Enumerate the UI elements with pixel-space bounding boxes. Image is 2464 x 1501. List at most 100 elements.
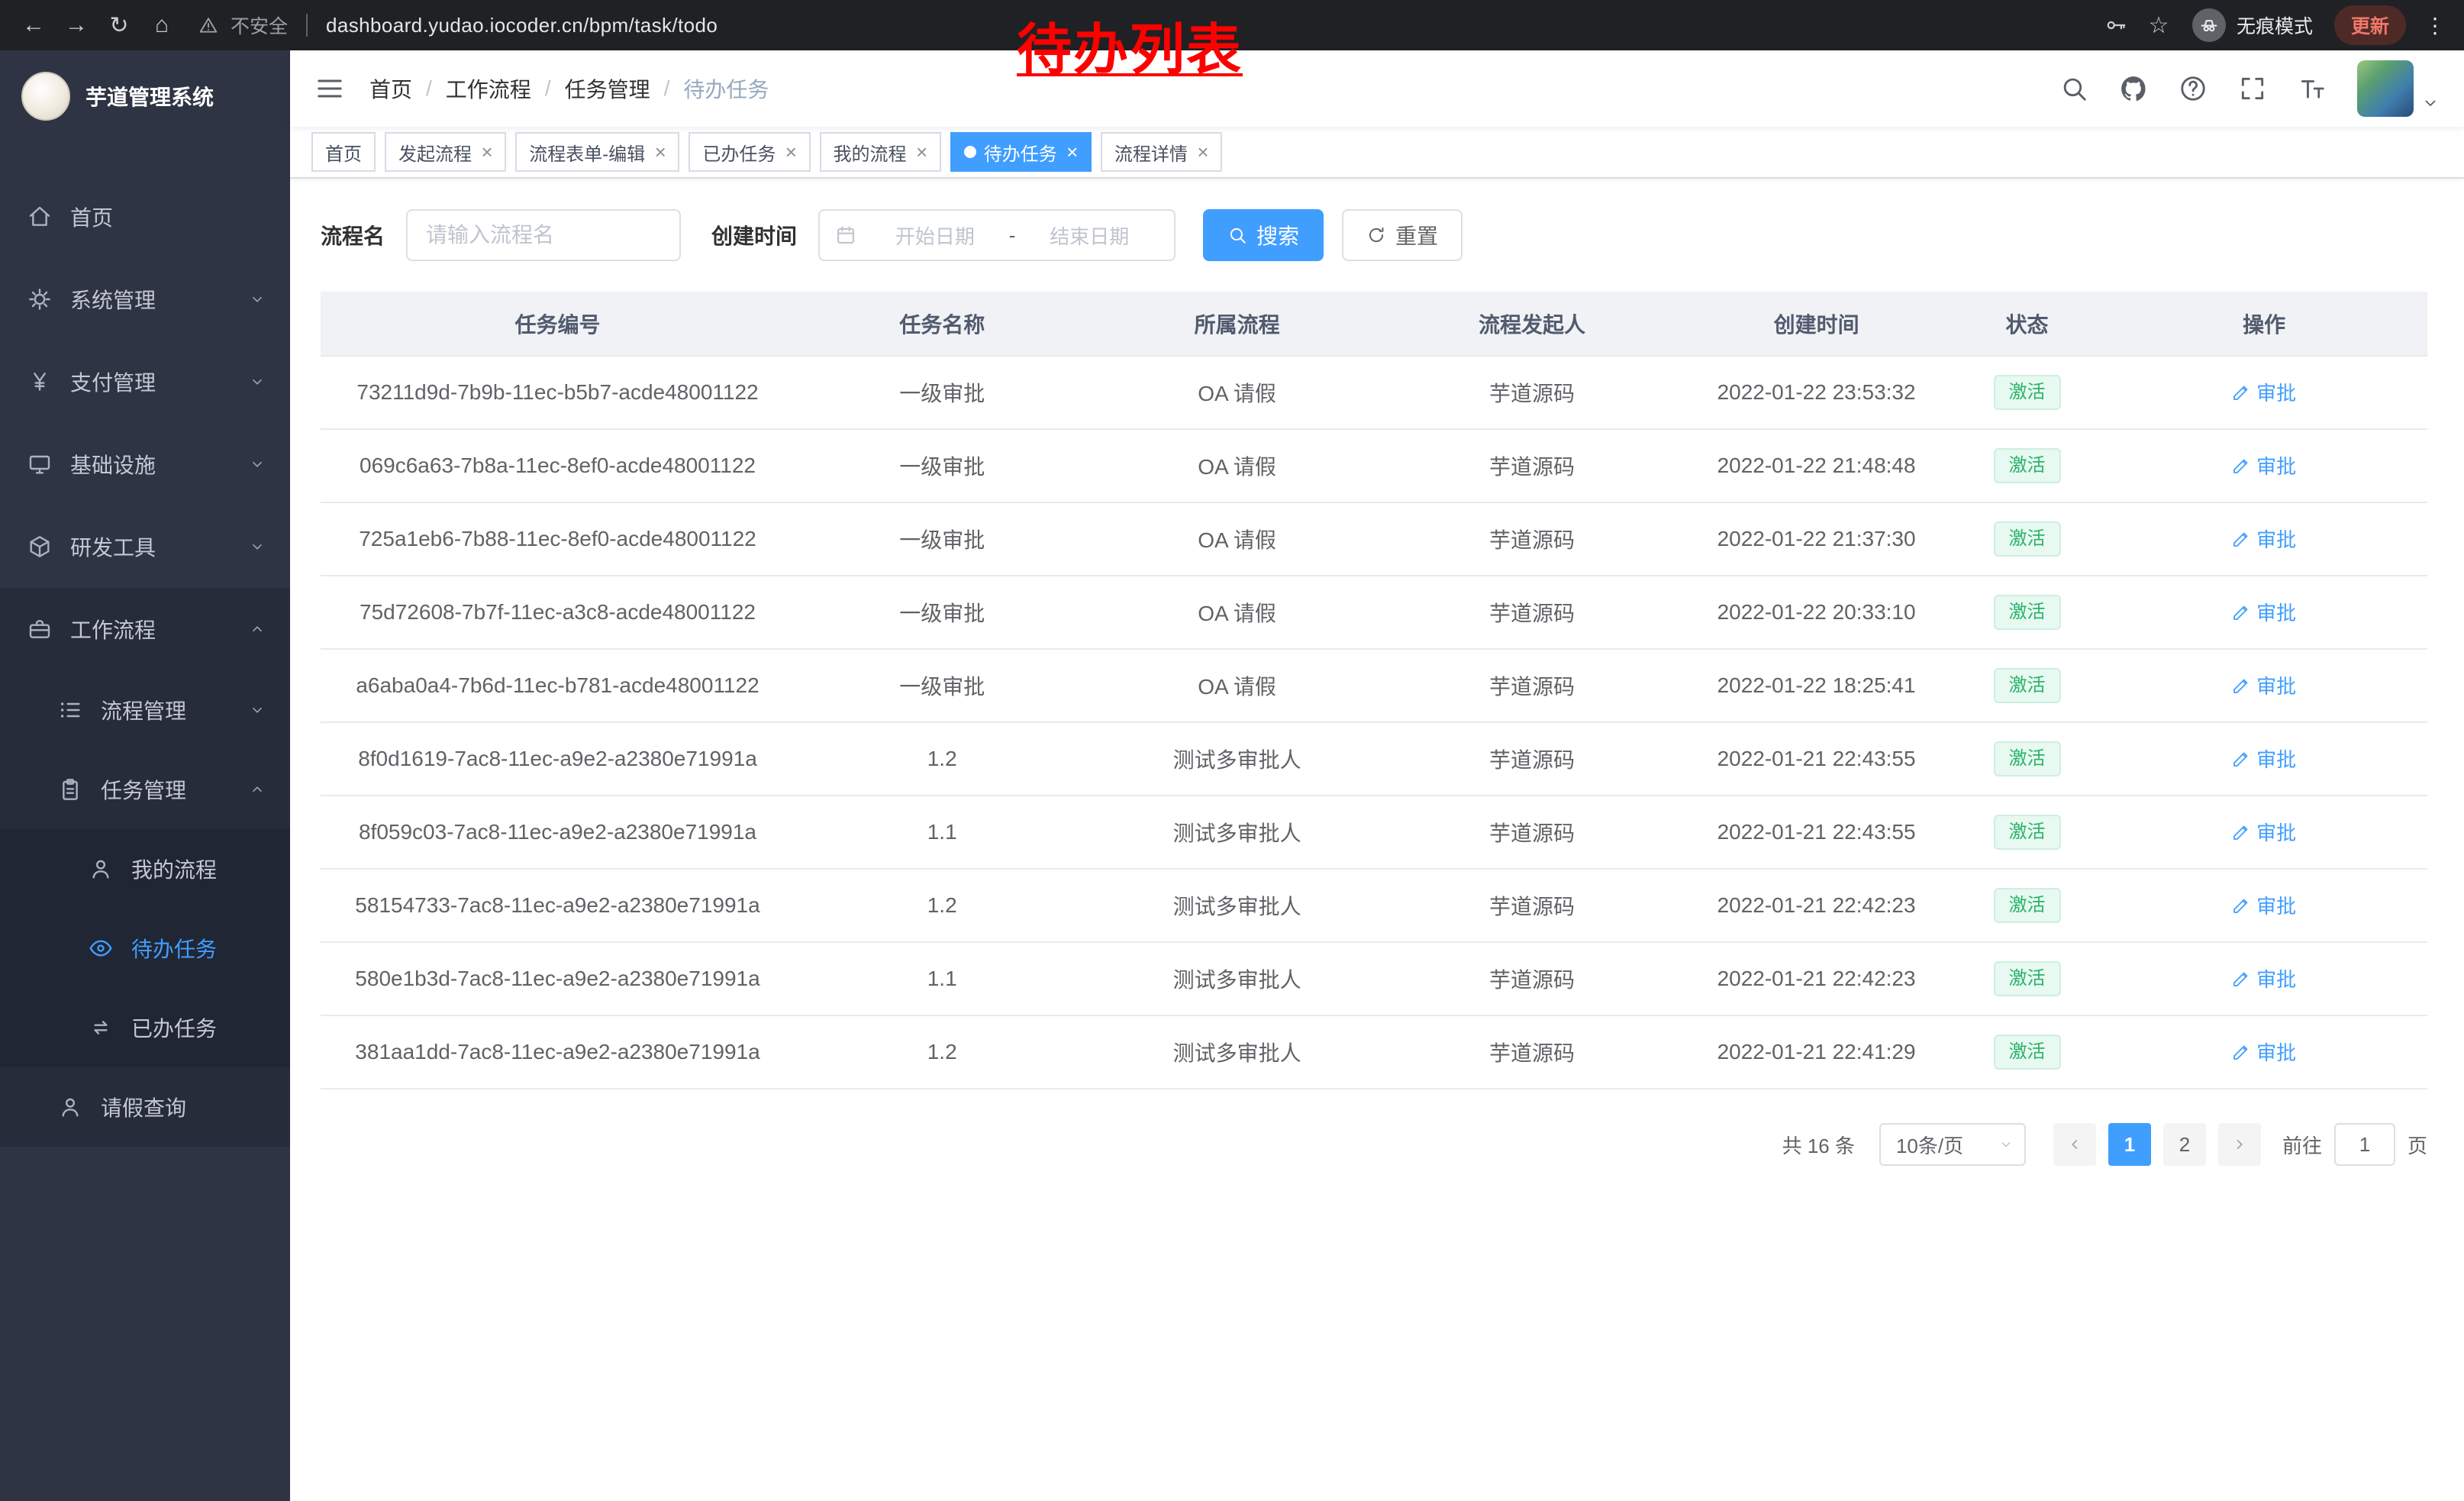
address-divider bbox=[306, 14, 308, 37]
table-row: 8f059c03-7ac8-11ec-a9e2-a2380e71991a1.1测… bbox=[321, 796, 2427, 869]
approve-button[interactable]: 审批 bbox=[2232, 525, 2296, 553]
sidebar-item-done-tasks[interactable]: 已办任务 bbox=[0, 988, 290, 1067]
key-icon[interactable] bbox=[2098, 7, 2134, 44]
close-icon[interactable]: × bbox=[1066, 142, 1078, 162]
avatar[interactable] bbox=[2357, 60, 2414, 117]
approve-button[interactable]: 审批 bbox=[2232, 451, 2296, 479]
approve-button[interactable]: 审批 bbox=[2232, 964, 2296, 993]
sidebar-item-label: 任务管理 bbox=[101, 774, 249, 805]
approve-label: 审批 bbox=[2256, 378, 2296, 406]
tab-0[interactable]: 首页 bbox=[311, 132, 376, 172]
sidebar-item-todo-tasks[interactable]: 待办任务 bbox=[0, 909, 290, 988]
tab-4[interactable]: 我的流程× bbox=[820, 132, 941, 172]
github-icon[interactable] bbox=[2119, 74, 2148, 103]
page-size-select[interactable]: 10条/页 bbox=[1879, 1123, 2026, 1166]
close-icon[interactable]: × bbox=[1197, 142, 1208, 162]
close-icon[interactable]: × bbox=[785, 142, 796, 162]
approve-button[interactable]: 审批 bbox=[2232, 598, 2296, 626]
tab-1[interactable]: 发起流程× bbox=[385, 132, 506, 172]
browser-reload-icon[interactable]: ↻ bbox=[101, 7, 137, 44]
chevron-down-icon bbox=[1998, 1137, 2014, 1152]
tab-5[interactable]: 待办任务× bbox=[950, 132, 1092, 172]
sidebar: 芋道管理系统 首页 系统管理 支付管理 基础设施 bbox=[0, 50, 290, 1501]
font-size-icon[interactable] bbox=[2298, 74, 2327, 103]
bookmark-star-icon[interactable]: ☆ bbox=[2140, 7, 2177, 44]
search-button[interactable]: 搜索 bbox=[1203, 209, 1324, 261]
date-range-picker[interactable]: 开始日期 - 结束日期 bbox=[818, 209, 1176, 261]
approve-button[interactable]: 审批 bbox=[2232, 671, 2296, 699]
table-row: 58154733-7ac8-11ec-a9e2-a2380e71991a1.2测… bbox=[321, 869, 2427, 942]
breadcrumb-home[interactable]: 首页 bbox=[369, 73, 412, 104]
sidebar-item-leave-query[interactable]: 请假查询 bbox=[0, 1067, 290, 1147]
next-page-button[interactable] bbox=[2218, 1123, 2261, 1166]
search-icon bbox=[1227, 225, 1247, 245]
process-name-label: 流程名 bbox=[321, 220, 385, 250]
breadcrumb-task-mgmt[interactable]: 任务管理 bbox=[565, 73, 650, 104]
prev-page-button[interactable] bbox=[2053, 1123, 2096, 1166]
approve-button[interactable]: 审批 bbox=[2232, 378, 2296, 406]
sidebar-item-payment[interactable]: 支付管理 bbox=[0, 341, 290, 423]
approve-button[interactable]: 审批 bbox=[2232, 818, 2296, 846]
edit-icon bbox=[2232, 823, 2250, 841]
status-cell: 激活 bbox=[1953, 869, 2101, 942]
sidebar-item-devtools[interactable]: 研发工具 bbox=[0, 505, 290, 588]
user-menu[interactable] bbox=[2357, 60, 2440, 117]
browser-home-icon[interactable]: ⌂ bbox=[144, 7, 180, 44]
goto-page-input[interactable] bbox=[2334, 1123, 2395, 1166]
sidebar-item-label: 基础设施 bbox=[70, 449, 249, 479]
status-badge: 激活 bbox=[1994, 595, 2061, 630]
tags-view-bar: 首页发起流程×流程表单-编辑×已办任务×我的流程×待办任务×流程详情× bbox=[290, 127, 2464, 179]
status-badge: 激活 bbox=[1994, 888, 2061, 923]
approve-button[interactable]: 审批 bbox=[2232, 744, 2296, 773]
tab-label: 已办任务 bbox=[702, 139, 776, 166]
help-icon[interactable] bbox=[2179, 74, 2208, 103]
task-id: 381aa1dd-7ac8-11ec-a9e2-a2380e71991a bbox=[321, 1015, 795, 1089]
task-id: 73211d9d-7b9b-11ec-b5b7-acde48001122 bbox=[321, 356, 795, 429]
page-button-2[interactable]: 2 bbox=[2163, 1123, 2206, 1166]
close-icon[interactable]: × bbox=[654, 142, 666, 162]
sidebar-item-my-process[interactable]: 我的流程 bbox=[0, 829, 290, 909]
sidebar-item-infrastructure[interactable]: 基础设施 bbox=[0, 423, 290, 505]
page-size-value: 10条/页 bbox=[1896, 1131, 1963, 1159]
close-icon[interactable]: × bbox=[916, 142, 927, 162]
approve-label: 审批 bbox=[2256, 891, 2296, 919]
sidebar-item-workflow[interactable]: 工作流程 bbox=[0, 588, 290, 670]
sidebar-item-label: 首页 bbox=[70, 202, 266, 232]
action-cell: 审批 bbox=[2101, 942, 2427, 1015]
tab-3[interactable]: 已办任务 × bbox=[689, 132, 810, 172]
approve-button[interactable]: 审批 bbox=[2232, 1038, 2296, 1066]
browser-back-icon[interactable]: ← bbox=[15, 7, 52, 44]
address-bar[interactable]: 不安全 dashboard.yudao.iocoder.cn/bpm/task/… bbox=[198, 11, 718, 39]
page-button-1[interactable]: 1 bbox=[2108, 1123, 2151, 1166]
edit-icon bbox=[2232, 530, 2250, 548]
reset-button[interactable]: 重置 bbox=[1342, 209, 1463, 261]
search-icon[interactable] bbox=[2059, 74, 2088, 103]
process-name-input[interactable] bbox=[406, 209, 681, 261]
person-icon bbox=[89, 857, 113, 881]
calendar-icon bbox=[835, 224, 856, 246]
sidebar-item-home[interactable]: 首页 bbox=[0, 176, 290, 258]
browser-menu-icon[interactable]: ⋮ bbox=[2424, 13, 2446, 38]
created-time: 2022-01-21 22:42:23 bbox=[1679, 942, 1953, 1015]
security-label[interactable]: 不安全 bbox=[231, 11, 288, 39]
url-text[interactable]: dashboard.yudao.iocoder.cn/bpm/task/todo bbox=[326, 14, 718, 37]
breadcrumb-workflow[interactable]: 工作流程 bbox=[446, 73, 531, 104]
process-name: 测试多审批人 bbox=[1089, 869, 1384, 942]
sidebar-toggle-icon[interactable] bbox=[314, 73, 345, 104]
status-cell: 激活 bbox=[1953, 796, 2101, 869]
eye-icon bbox=[89, 936, 113, 960]
task-id: 580e1b3d-7ac8-11ec-a9e2-a2380e71991a bbox=[321, 942, 795, 1015]
sidebar-item-process-mgmt[interactable]: 流程管理 bbox=[0, 670, 290, 750]
tab-6[interactable]: 流程详情× bbox=[1101, 132, 1222, 172]
fullscreen-icon[interactable] bbox=[2238, 74, 2267, 103]
task-name: 1.2 bbox=[795, 1015, 1089, 1089]
table-row: 8f0d1619-7ac8-11ec-a9e2-a2380e71991a1.2测… bbox=[321, 722, 2427, 796]
clipboard-icon bbox=[58, 777, 82, 802]
approve-button[interactable]: 审批 bbox=[2232, 891, 2296, 919]
update-button[interactable]: 更新 bbox=[2334, 5, 2406, 45]
sidebar-item-task-mgmt[interactable]: 任务管理 bbox=[0, 750, 290, 829]
tab-2[interactable]: 流程表单-编辑× bbox=[515, 132, 679, 172]
browser-forward-icon[interactable]: → bbox=[58, 7, 95, 44]
close-icon[interactable]: × bbox=[481, 142, 492, 162]
sidebar-item-system[interactable]: 系统管理 bbox=[0, 258, 290, 341]
